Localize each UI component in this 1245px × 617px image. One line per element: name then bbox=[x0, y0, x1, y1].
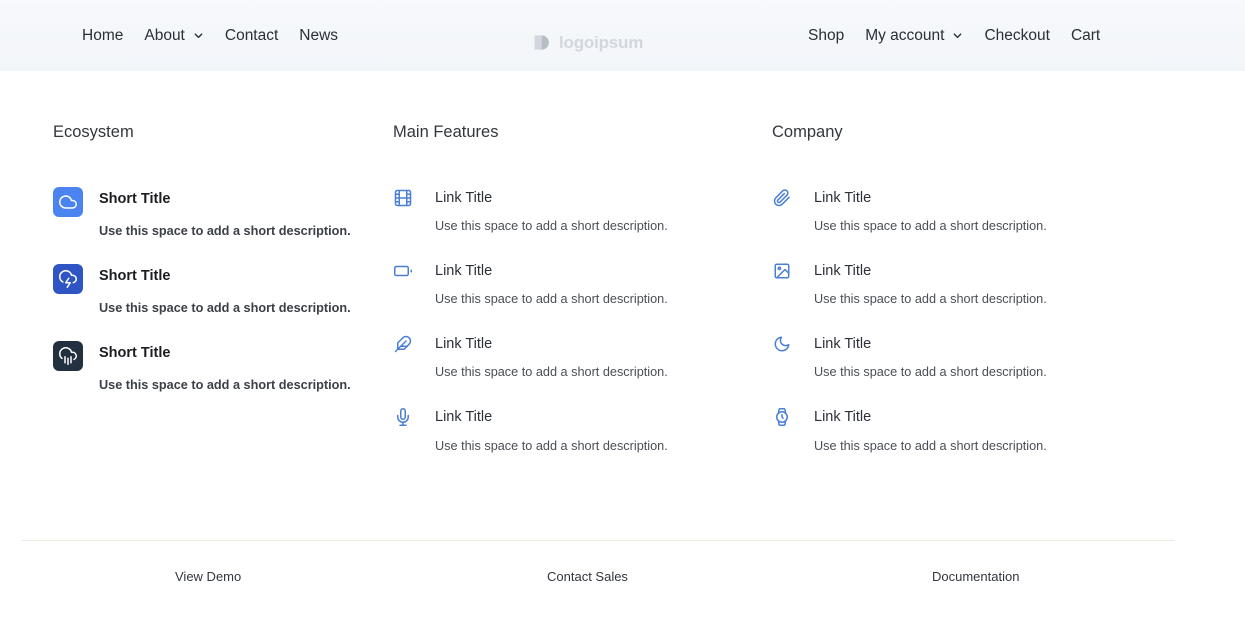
image-icon bbox=[772, 261, 792, 281]
list-item-body: Short Title Use this space to add a shor… bbox=[99, 186, 351, 238]
list-item-description: Use this space to add a short descriptio… bbox=[435, 220, 668, 233]
list-item-title: Link Title bbox=[435, 410, 668, 425]
cloud-lightning-icon bbox=[53, 264, 83, 294]
list-item[interactable]: Link Title Use this space to add a short… bbox=[772, 259, 1187, 306]
list-item-title: Link Title bbox=[814, 191, 1047, 206]
logoipsum-mark-icon bbox=[533, 33, 552, 52]
feather-icon bbox=[393, 334, 413, 354]
list-item[interactable]: Link Title Use this space to add a short… bbox=[393, 186, 767, 233]
list-item-description: Use this space to add a short descriptio… bbox=[435, 366, 668, 379]
list-item[interactable]: Link Title Use this space to add a short… bbox=[393, 405, 767, 452]
cloud-rain-icon bbox=[53, 341, 83, 371]
moon-icon bbox=[772, 334, 792, 354]
list-item[interactable]: Short Title Use this space to add a shor… bbox=[53, 263, 386, 315]
column-heading-ecosystem: Ecosystem bbox=[53, 124, 386, 141]
list-item[interactable]: Link Title Use this space to add a short… bbox=[772, 405, 1187, 452]
list-item-title: Link Title bbox=[814, 264, 1047, 279]
list-item-title: Link Title bbox=[814, 337, 1047, 352]
list-item-body: Link Title Use this space to add a short… bbox=[814, 186, 1047, 233]
list-item[interactable]: Link Title Use this space to add a short… bbox=[393, 259, 767, 306]
list-item-body: Short Title Use this space to add a shor… bbox=[99, 263, 351, 315]
nav-link-my-account[interactable]: My account bbox=[865, 28, 963, 44]
list-item-title: Short Title bbox=[99, 346, 351, 361]
list-item-body: Link Title Use this space to add a short… bbox=[435, 259, 668, 306]
battery-icon bbox=[393, 261, 413, 281]
list-item-description: Use this space to add a short descriptio… bbox=[99, 302, 351, 315]
column-company: Company Link Title Use this space to add… bbox=[767, 71, 1187, 452]
paperclip-icon bbox=[772, 188, 792, 208]
mega-menu-columns: Ecosystem Short Title Use this space to … bbox=[0, 71, 1245, 452]
watch-icon bbox=[772, 407, 792, 427]
chevron-down-icon bbox=[193, 30, 204, 41]
page-root: Home About Contact News logoipsum Shop M… bbox=[0, 0, 1245, 617]
column-heading-main-features: Main Features bbox=[393, 124, 767, 141]
list-item[interactable]: Link Title Use this space to add a short… bbox=[772, 186, 1187, 233]
list-item-body: Short Title Use this space to add a shor… bbox=[99, 340, 351, 392]
film-icon bbox=[393, 188, 413, 208]
list-item-title: Link Title bbox=[435, 264, 668, 279]
nav-link-home[interactable]: Home bbox=[82, 28, 123, 44]
list-item-body: Link Title Use this space to add a short… bbox=[814, 332, 1047, 379]
footer-link-view-demo[interactable]: View Demo bbox=[175, 570, 241, 583]
list-item-body: Link Title Use this space to add a short… bbox=[814, 405, 1047, 452]
footer-links: View Demo Contact Sales Documentation bbox=[0, 570, 1245, 590]
list-item-body: Link Title Use this space to add a short… bbox=[435, 186, 668, 233]
nav-link-about-label: About bbox=[144, 28, 185, 44]
column-ecosystem: Ecosystem Short Title Use this space to … bbox=[0, 71, 386, 452]
list-item[interactable]: Short Title Use this space to add a shor… bbox=[53, 340, 386, 392]
nav-link-news[interactable]: News bbox=[299, 28, 338, 44]
list-item-title: Short Title bbox=[99, 192, 351, 207]
microphone-icon bbox=[393, 407, 413, 427]
footer-divider bbox=[22, 540, 1175, 541]
list-item-description: Use this space to add a short descriptio… bbox=[435, 293, 668, 306]
list-item-title: Short Title bbox=[99, 269, 351, 284]
brand-text: logoipsum bbox=[559, 34, 643, 51]
list-item[interactable]: Link Title Use this space to add a short… bbox=[393, 332, 767, 379]
list-item-description: Use this space to add a short descriptio… bbox=[814, 440, 1047, 453]
list-item-description: Use this space to add a short descriptio… bbox=[814, 366, 1047, 379]
list-item[interactable]: Short Title Use this space to add a shor… bbox=[53, 186, 386, 238]
chevron-down-icon bbox=[952, 30, 963, 41]
list-item-description: Use this space to add a short descriptio… bbox=[99, 225, 351, 238]
list-item-body: Link Title Use this space to add a short… bbox=[814, 259, 1047, 306]
list-item-body: Link Title Use this space to add a short… bbox=[435, 332, 668, 379]
nav-link-my-account-label: My account bbox=[865, 28, 944, 44]
site-header: Home About Contact News logoipsum Shop M… bbox=[0, 0, 1245, 71]
primary-navigation: Home About Contact News bbox=[82, 0, 338, 71]
footer-link-documentation[interactable]: Documentation bbox=[932, 570, 1019, 583]
list-item-description: Use this space to add a short descriptio… bbox=[814, 220, 1047, 233]
list-item-description: Use this space to add a short descriptio… bbox=[814, 293, 1047, 306]
column-heading-company: Company bbox=[772, 124, 1187, 141]
cloud-icon bbox=[53, 187, 83, 217]
list-item-description: Use this space to add a short descriptio… bbox=[99, 379, 351, 392]
nav-link-about[interactable]: About bbox=[144, 28, 204, 44]
brand-logo[interactable]: logoipsum bbox=[533, 33, 643, 52]
footer-link-contact-sales[interactable]: Contact Sales bbox=[547, 570, 628, 583]
list-item-description: Use this space to add a short descriptio… bbox=[435, 440, 668, 453]
nav-link-cart[interactable]: Cart bbox=[1071, 28, 1100, 44]
list-item-body: Link Title Use this space to add a short… bbox=[435, 405, 668, 452]
nav-link-shop[interactable]: Shop bbox=[808, 28, 844, 44]
list-item-title: Link Title bbox=[435, 191, 668, 206]
list-item[interactable]: Link Title Use this space to add a short… bbox=[772, 332, 1187, 379]
nav-link-checkout[interactable]: Checkout bbox=[984, 28, 1049, 44]
list-item-title: Link Title bbox=[814, 410, 1047, 425]
column-main-features: Main Features Link Title Use this space … bbox=[386, 71, 767, 452]
secondary-navigation: Shop My account Checkout Cart bbox=[808, 0, 1100, 71]
list-item-title: Link Title bbox=[435, 337, 668, 352]
nav-link-contact[interactable]: Contact bbox=[225, 28, 278, 44]
